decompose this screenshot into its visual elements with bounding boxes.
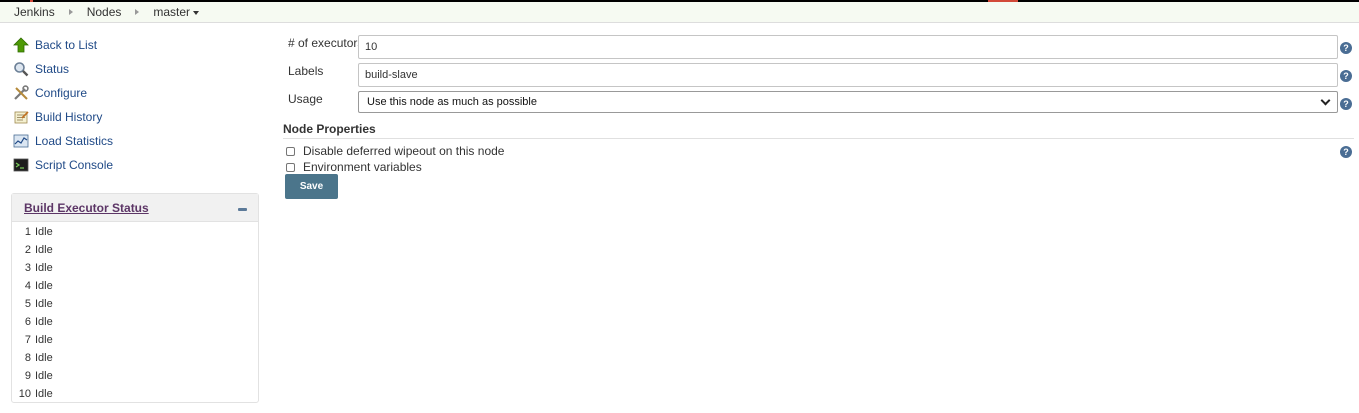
executor-state: Idle (35, 370, 53, 382)
task-build-history[interactable]: Build History (12, 105, 258, 129)
task-configure[interactable]: Configure (12, 81, 258, 105)
executor-row: 7 Idle (12, 331, 258, 349)
breadcrumb-separator-icon (135, 9, 140, 15)
task-label: Back to List (35, 38, 98, 52)
executor-number: 7 (24, 334, 31, 346)
terminal-icon (12, 156, 30, 174)
task-label: Build History (35, 110, 103, 124)
executor-row: 6 Idle (12, 313, 258, 331)
up-arrow-icon (12, 36, 30, 54)
executors-input[interactable]: 10 (358, 35, 1338, 59)
collapse-icon[interactable] (238, 207, 247, 211)
task-back-to-list[interactable]: Back to List (12, 33, 258, 57)
env-vars-checkbox[interactable] (286, 162, 295, 172)
task-script-console[interactable]: Script Console (12, 153, 258, 177)
executor-row: 2 Idle (12, 241, 258, 259)
executor-row: 10 Idle (12, 385, 258, 403)
executor-state: Idle (35, 226, 53, 238)
wipeout-checkbox[interactable] (286, 146, 295, 156)
breadcrumb-separator-icon (68, 9, 73, 15)
env-vars-checkbox-label[interactable]: Environment variables (303, 160, 422, 174)
breadcrumb-nodes[interactable]: Nodes (87, 5, 122, 19)
executor-state: Idle (35, 262, 53, 274)
caret-down-icon[interactable] (193, 10, 200, 15)
executor-state: Idle (35, 316, 53, 328)
executors-row: # of executors 10 ? (283, 33, 1354, 61)
side-panel-tasks: Back to List Status Configure Build Hist… (12, 33, 258, 177)
labels-label: Labels (288, 64, 324, 78)
usage-label: Usage (288, 92, 323, 106)
executor-panel-header: Build Executor Status (12, 194, 258, 222)
executor-row: 3 Idle (12, 259, 258, 277)
help-icon[interactable]: ? (1340, 42, 1352, 54)
executor-number: 1 (24, 226, 31, 238)
build-executor-status-link[interactable]: Build Executor Status (24, 201, 149, 215)
breadcrumb-master-label: master (153, 5, 191, 19)
executor-state: Idle (35, 280, 53, 292)
breadcrumb-master[interactable]: master (153, 5, 200, 19)
task-label: Load Statistics (35, 134, 114, 148)
build-executor-status-panel: Build Executor Status 1 Idle 2 Idle 3 Idle … (11, 193, 259, 403)
task-load-statistics[interactable]: Load Statistics (12, 129, 258, 153)
executor-state: Idle (35, 244, 53, 256)
executor-row: 1 Idle (12, 223, 258, 241)
help-icon[interactable]: ? (1340, 146, 1352, 158)
executor-row: 5 Idle (12, 295, 258, 313)
executor-number: 5 (24, 298, 31, 310)
task-label: Status (35, 62, 70, 76)
graph-icon (12, 132, 30, 150)
help-icon[interactable]: ? (1340, 98, 1352, 110)
task-status[interactable]: Status (12, 57, 258, 81)
wipeout-checkbox-label[interactable]: Disable deferred wipeout on this node (303, 144, 504, 158)
executor-state: Idle (35, 352, 53, 364)
executor-number: 2 (24, 244, 31, 256)
executor-state: Idle (35, 334, 53, 346)
executors-label: # of executors (288, 36, 364, 50)
executor-list: 1 Idle 2 Idle 3 Idle 4 Idle 5 Idle 6 Idle 7 Idl… (12, 222, 258, 403)
save-button[interactable]: Save (285, 174, 338, 199)
executor-state: Idle (35, 298, 53, 310)
executor-number: 6 (24, 316, 31, 328)
labels-input[interactable]: build-slave (358, 63, 1338, 87)
magnifier-icon (12, 60, 30, 78)
usage-row: Usage Use this node as much as possible … (283, 89, 1354, 117)
executor-row: 8 Idle (12, 349, 258, 367)
labels-row: Labels build-slave ? (283, 61, 1354, 89)
chevron-down-icon (1320, 95, 1331, 105)
executor-number: 9 (24, 370, 31, 382)
executor-row: 4 Idle (12, 277, 258, 295)
help-icon[interactable]: ? (1340, 70, 1352, 82)
usage-select[interactable]: Use this node as much as possible (358, 91, 1338, 113)
executor-number: 3 (24, 262, 31, 274)
executor-number: 4 (24, 280, 31, 292)
node-properties-header: Node Properties (283, 122, 1354, 139)
executor-number: 10 (18, 388, 31, 400)
task-label: Configure (35, 86, 88, 100)
usage-selected-value: Use this node as much as possible (367, 96, 537, 108)
breadcrumb-jenkins[interactable]: Jenkins (14, 5, 55, 19)
task-label: Script Console (35, 158, 114, 172)
executor-number: 8 (24, 352, 31, 364)
notepad-icon (12, 108, 30, 126)
wrench-screwdriver-icon (12, 84, 30, 102)
wipeout-checkbox-row: Disable deferred wipeout on this node (286, 143, 504, 159)
executor-row: 9 Idle (12, 367, 258, 385)
env-vars-checkbox-row: Environment variables (286, 159, 422, 175)
executor-state: Idle (35, 388, 53, 400)
breadcrumb: Jenkins Nodes master (0, 2, 1359, 23)
